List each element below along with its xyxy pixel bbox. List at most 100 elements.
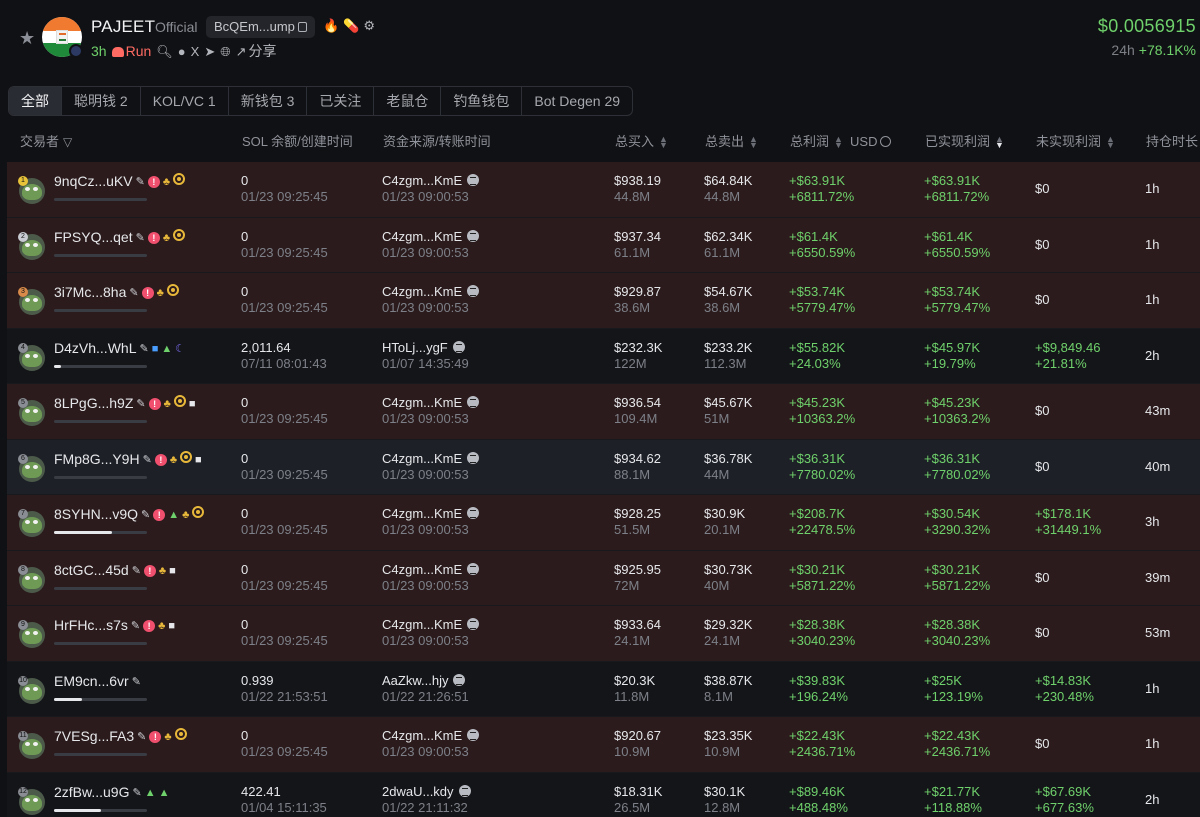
telegram-icon[interactable]: ➤ (204, 44, 215, 59)
trader-address-text[interactable]: 8LPgG...h9Z (54, 395, 133, 411)
trader-address[interactable]: FMp8G...Y9H ✎! ♣ ■ (54, 450, 202, 467)
search-icon[interactable]: 🔍︎ (156, 44, 173, 59)
col-realized[interactable]: 已实现利润 ▲ ▼ (925, 131, 1004, 150)
trader-address-text[interactable]: HrFHc...s7s (54, 617, 128, 633)
fund-source[interactable]: C4zgm...KmE (382, 728, 480, 744)
trader-address[interactable]: 8LPgG...h9Z ✎! ♣ ■ (54, 395, 195, 411)
sort-icon[interactable]: ▲ ▼ (749, 135, 758, 150)
trader-address[interactable]: 2zfBw...u9G ✎ ▲ ▲ (54, 784, 169, 800)
trader-address-text[interactable]: FPSYQ...qet (54, 229, 133, 245)
col-trader[interactable]: 交易者 ▽ (20, 131, 72, 149)
pen-icon[interactable]: ✎ (141, 508, 150, 521)
sort-icon[interactable]: ▲ ▼ (995, 135, 1004, 150)
fund-source[interactable]: C4zgm...KmE (382, 173, 480, 189)
fund-source-text[interactable]: C4zgm...KmE (382, 284, 462, 299)
pen-icon[interactable]: ✎ (132, 675, 141, 688)
fund-source-text[interactable]: C4zgm...KmE (382, 728, 462, 743)
tab-2[interactable]: 聪明钱 2 (62, 87, 141, 115)
pen-icon[interactable]: ✎ (132, 564, 141, 577)
pen-icon[interactable]: ✎ (132, 786, 141, 799)
pen-icon[interactable]: ✎ (136, 175, 145, 188)
col-pnl[interactable]: 总利润 ▲ ▼ USD (790, 131, 892, 150)
fund-source-text[interactable]: C4zgm...KmE (382, 395, 462, 410)
col-unrealized[interactable]: 未实现利润 ▲ ▼ (1036, 131, 1115, 150)
tab-8[interactable]: Bot Degen 29 (522, 87, 632, 115)
trader-address[interactable]: 3i7Mc...8ha ✎! ♣ (54, 284, 179, 300)
pen-icon[interactable]: ✎ (129, 286, 138, 299)
pen-icon[interactable]: ✎ (143, 453, 152, 466)
trader-address-text[interactable]: D4zVh...WhL (54, 340, 136, 356)
filter-icon[interactable]: ▽ (63, 135, 72, 149)
fund-source[interactable]: C4zgm...KmE (382, 506, 480, 522)
pen-icon[interactable]: ✎ (131, 619, 140, 632)
trader-address-text[interactable]: EM9cn...6vr (54, 673, 129, 689)
fund-source[interactable]: C4zgm...KmE (382, 395, 480, 411)
trader-address[interactable]: 8SYHN...v9Q ✎! ▲ ♣ (54, 506, 205, 522)
copy-icon[interactable] (297, 22, 307, 32)
fund-source-text[interactable]: C4zgm...KmE (382, 451, 462, 466)
fund-source-text[interactable]: HToLj...ygF (382, 340, 448, 355)
trader-address-text[interactable]: 2zfBw...u9G (54, 784, 129, 800)
col-buy[interactable]: 总买入 ▲ ▼ (615, 131, 668, 150)
table-row[interactable]: 3 3i7Mc...8ha ✎! ♣ 0 01/23 09:25:45 C4zgm...Km… (7, 273, 1200, 329)
tab-5[interactable]: 已关注 (307, 87, 375, 115)
table-row[interactable]: 7 8SYHN...v9Q ✎! ▲ ♣ 0 01/23 09:25:45 C4zgm...K… (7, 495, 1200, 551)
x-twitter-icon[interactable]: X (191, 44, 200, 59)
fund-source-text[interactable]: C4zgm...KmE (382, 562, 462, 577)
table-row[interactable]: 12 2zfBw...u9G ✎ ▲ ▲ 422.41 01/04 15:11:35 2dwa… (7, 772, 1200, 817)
trader-address-text[interactable]: 7VESg...FA3 (54, 728, 134, 744)
table-row[interactable]: 11 7VESg...FA3 ✎! ♣ 0 01/23 09:25:45 C4zgm...K… (7, 717, 1200, 773)
table-row[interactable]: 2 FPSYQ...qet ✎! ♣ 0 01/23 09:25:45 C4zgm...Km… (7, 217, 1200, 273)
trader-address[interactable]: FPSYQ...qet ✎! ♣ (54, 228, 186, 245)
fund-source-text[interactable]: C4zgm...KmE (382, 229, 462, 244)
fund-source[interactable]: AaZkw...hjy (382, 673, 466, 689)
fund-source[interactable]: C4zgm...KmE (382, 451, 480, 467)
fund-source-text[interactable]: 2dwaU...kdy (382, 784, 454, 799)
trader-address[interactable]: HrFHc...s7s ✎! ♣ ■ (54, 617, 175, 633)
sort-icon[interactable]: ▲ ▼ (659, 135, 668, 150)
trader-address-text[interactable]: 8SYHN...v9Q (54, 506, 138, 522)
fund-source-text[interactable]: AaZkw...hjy (382, 673, 448, 688)
star-icon[interactable]: ★ (19, 29, 37, 47)
trader-address[interactable]: D4zVh...WhL ✎ ■ ▲ ☾ (54, 340, 185, 356)
trader-address[interactable]: 9nqCz...uKV ✎! ♣ (54, 173, 186, 189)
fund-source[interactable]: 2dwaU...kdy (382, 784, 471, 800)
table-row[interactable]: 4 D4zVh...WhL ✎ ■ ▲ ☾ 2,011.64 07/11 08:01:43 HT… (7, 328, 1200, 384)
pen-icon[interactable]: ✎ (136, 231, 145, 244)
globe-icon[interactable]: 🌐︎ (220, 44, 230, 59)
fund-source-text[interactable]: C4zgm...KmE (382, 506, 462, 521)
currency-toggle-icon[interactable] (880, 136, 892, 147)
trader-address[interactable]: 8ctGC...45d ✎! ♣ ■ (54, 562, 176, 578)
table-row[interactable]: 5 8LPgG...h9Z ✎! ♣ ■ 0 01/23 09:25:45 C4zgm...K… (7, 384, 1200, 440)
fund-source[interactable]: C4zgm...KmE (382, 284, 480, 300)
menu-circle-icon[interactable]: ● (178, 44, 186, 59)
run-label[interactable]: Run (126, 43, 152, 59)
table-row[interactable]: 8 8ctGC...45d ✎! ♣ ■ 0 01/23 09:25:45 C4zgm...K… (7, 550, 1200, 606)
pen-icon[interactable]: ✎ (136, 397, 145, 410)
pen-icon[interactable]: ✎ (137, 730, 146, 743)
fund-source[interactable]: C4zgm...KmE (382, 229, 480, 245)
trader-address-text[interactable]: 3i7Mc...8ha (54, 284, 126, 300)
share-label[interactable]: 分享 (249, 43, 277, 59)
fund-source[interactable]: C4zgm...KmE (382, 617, 480, 633)
tab-4[interactable]: 新钱包 3 (229, 87, 308, 115)
table-row[interactable]: 10 EM9cn...6vr ✎ 0.939 01/22 21:53:51 AaZkw..… (7, 661, 1200, 717)
tab-7[interactable]: 钓鱼钱包 (441, 87, 523, 115)
sort-icon[interactable]: ▲ ▼ (1106, 135, 1115, 150)
trader-address[interactable]: 7VESg...FA3 ✎! ♣ (54, 728, 187, 744)
table-row[interactable]: 1 9nqCz...uKV ✎! ♣ 0 01/23 09:25:45 C4zgm...Km… (7, 162, 1200, 218)
table-row[interactable]: 9 HrFHc...s7s ✎! ♣ ■ 0 01/23 09:25:45 C4zgm...K… (7, 606, 1200, 662)
fund-source[interactable]: C4zgm...KmE (382, 562, 480, 578)
tab-3[interactable]: KOL/VC 1 (141, 87, 229, 115)
contract-address[interactable]: BcQEm...ump (206, 16, 315, 38)
share-icon[interactable]: ↗ (236, 44, 247, 59)
trader-address-text[interactable]: 8ctGC...45d (54, 562, 129, 578)
trader-address-text[interactable]: 9nqCz...uKV (54, 173, 133, 189)
pen-icon[interactable]: ✎ (139, 342, 148, 355)
tab-1[interactable]: 全部 (9, 87, 62, 115)
trader-address-text[interactable]: FMp8G...Y9H (54, 451, 140, 467)
fund-source-text[interactable]: C4zgm...KmE (382, 173, 462, 188)
sort-icon[interactable]: ▲ ▼ (834, 135, 843, 150)
fund-source[interactable]: HToLj...ygF (382, 340, 465, 356)
fund-source-text[interactable]: C4zgm...KmE (382, 617, 462, 632)
